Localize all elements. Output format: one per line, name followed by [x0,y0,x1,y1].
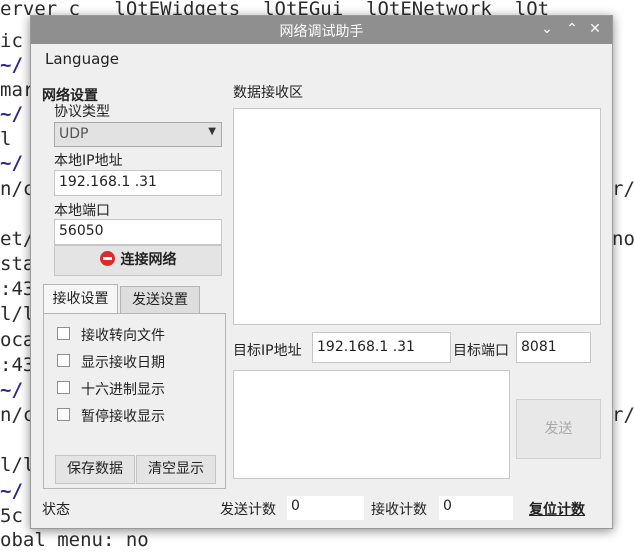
protocol-label: 协议类型 [54,104,110,120]
target-port-label: 目标端口 [453,343,509,359]
title-bar[interactable]: 网络调试助手 ⌄ ⌃ ✕ [31,16,612,44]
checkbox[interactable] [57,408,70,421]
target-ip-label: 目标IP地址 [233,343,302,359]
dropdown-arrow-icon: ▼ [208,126,216,137]
protocol-select[interactable]: UDP ▼ [54,122,222,147]
receive-settings-panel: 接收转向文件 显示接收日期 十六进制显示 暂停接收显示 保存数据 清空显示 [43,313,226,489]
local-ip-input[interactable]: 192.168.1 .31 [54,170,222,196]
terminal-line: obal menu: no [0,529,149,551]
send-button[interactable]: 发送 [516,399,601,459]
terminal-line: ic [0,30,23,52]
terminal-line: 5c [0,505,23,527]
terminal-line: ~/ [0,480,23,502]
protocol-value: UDP [59,126,89,142]
tab-send-settings[interactable]: 发送设置 [120,286,200,314]
checkbox[interactable] [57,327,70,340]
send-textarea[interactable] [233,370,510,479]
target-port-input[interactable]: 8081 [516,332,591,363]
maximize-icon[interactable]: ⌃ [564,21,580,37]
window-title: 网络调试助手 [279,24,364,40]
terminal-line: ~/ [0,54,23,76]
tab-receive-settings[interactable]: 接收设置 [43,284,118,314]
app-window: 网络调试助手 ⌄ ⌃ ✕ Language 网络设置 协议类型 UDP ▼ 本地… [30,15,613,529]
connect-button[interactable]: 连接网络 [54,245,222,276]
menu-language[interactable]: Language [45,50,119,68]
target-ip-input[interactable]: 192.168.1 .31 [312,332,451,363]
recv-count-label: 接收计数 [371,502,427,518]
menu-bar: Language [31,44,612,72]
terminal-line: ~/ [0,152,23,174]
checkbox[interactable] [57,381,70,394]
terminal-line: ~/ [0,103,23,125]
terminal-line: l [0,128,12,150]
sent-count-value: 0 [287,496,364,520]
receive-area-label: 数据接收区 [233,85,303,101]
status-label: 状态 [42,502,70,518]
connect-button-label: 连接网络 [120,252,177,268]
local-ip-label: 本地IP地址 [54,153,123,169]
local-port-label: 本地端口 [54,203,110,219]
receive-textarea[interactable] [233,108,601,325]
recv-count-value: 0 [439,496,513,520]
reset-count-button[interactable]: 复位计数 [529,499,585,519]
terminal-line: ~/ [0,379,23,401]
save-data-button[interactable]: 保存数据 [55,455,135,484]
checkbox[interactable] [57,354,70,367]
minimize-icon[interactable]: ⌄ [539,21,555,37]
terminal-fragment: r/ [612,178,634,200]
stop-icon [99,251,115,266]
close-icon[interactable]: ✕ [587,21,603,37]
terminal-fragment: r/ [612,404,634,426]
terminal-fragment: no [612,228,634,250]
sent-count-label: 发送计数 [220,502,276,518]
clear-display-button[interactable]: 清空显示 [136,455,216,484]
local-port-input[interactable]: 56050 [54,219,222,245]
